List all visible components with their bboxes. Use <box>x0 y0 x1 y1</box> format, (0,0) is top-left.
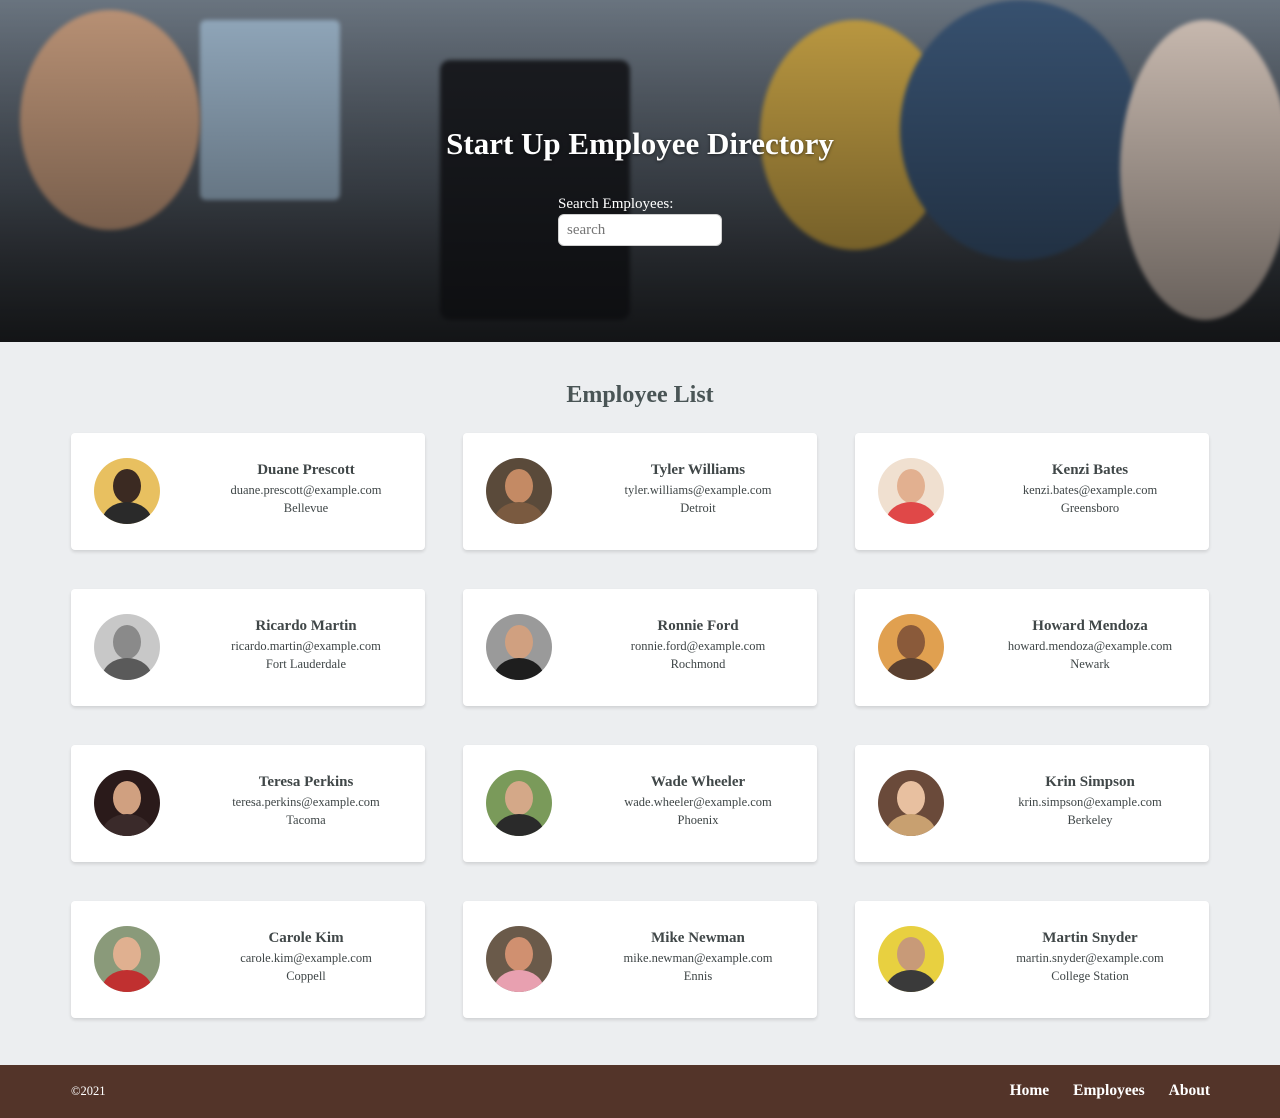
employee-email: carole.kim@example.com <box>240 951 372 965</box>
employee-city: Newark <box>1070 657 1110 671</box>
employee-card: Teresa Perkins teresa.perkins@example.co… <box>71 745 425 862</box>
nav-home-link[interactable]: Home <box>1010 1082 1050 1099</box>
employee-card: Martin Snyder martin.snyder@example.com … <box>855 901 1209 1018</box>
employee-email: wade.wheeler@example.com <box>624 795 772 809</box>
employee-name: Tyler Williams <box>650 462 746 478</box>
main-content: Employee List Duane Prescott duane.presc… <box>0 342 1280 1065</box>
avatar <box>94 926 160 992</box>
employee-email: teresa.perkins@example.com <box>232 795 380 809</box>
employee-info: Krin Simpson krin.simpson@example.com Be… <box>971 773 1209 829</box>
copyright: ©2021 <box>71 1084 106 1098</box>
employee-list-title: Employee List <box>566 382 714 408</box>
employee-card: Tyler Williams tyler.williams@example.co… <box>463 433 817 550</box>
employee-info: Wade Wheeler wade.wheeler@example.com Ph… <box>579 773 817 829</box>
search-input[interactable] <box>558 214 722 246</box>
employee-city: Bellevue <box>283 501 329 515</box>
avatar <box>94 614 160 680</box>
hero-banner: Start Up Employee Directory Search Emplo… <box>0 0 1280 342</box>
avatar <box>94 770 160 836</box>
employee-info: Teresa Perkins teresa.perkins@example.co… <box>187 773 425 829</box>
employee-city: Greensboro <box>1060 501 1120 515</box>
employee-card: Krin Simpson krin.simpson@example.com Be… <box>855 745 1209 862</box>
employee-email: krin.simpson@example.com <box>1018 795 1162 809</box>
employee-name: Teresa Perkins <box>258 774 354 790</box>
nav-employees-link[interactable]: Employees <box>1073 1082 1144 1099</box>
hero-content: Start Up Employee Directory Search Emplo… <box>0 126 1280 246</box>
employee-name: Mike Newman <box>651 930 745 946</box>
employee-email: ronnie.ford@example.com <box>630 639 766 653</box>
avatar <box>878 926 944 992</box>
employee-info: Mike Newman mike.newman@example.com Enni… <box>579 929 817 985</box>
employee-city: Ennis <box>683 969 713 983</box>
nav-about-link[interactable]: About <box>1169 1082 1210 1099</box>
employee-email: martin.snyder@example.com <box>1016 951 1164 965</box>
employee-info: Howard Mendoza howard.mendoza@example.co… <box>971 617 1209 673</box>
avatar <box>878 458 944 524</box>
employee-email: ricardo.martin@example.com <box>231 639 381 653</box>
employee-name: Howard Mendoza <box>1032 618 1148 634</box>
employee-name: Duane Prescott <box>257 462 355 478</box>
employee-info: Ronnie Ford ronnie.ford@example.com Roch… <box>579 617 817 673</box>
employee-info: Ricardo Martin ricardo.martin@example.co… <box>187 617 425 673</box>
employee-name: Kenzi Bates <box>1051 462 1129 478</box>
avatar <box>94 458 160 524</box>
search-label: Search Employees: <box>558 196 674 212</box>
employee-email: mike.newman@example.com <box>623 951 773 965</box>
employee-card: Ronnie Ford ronnie.ford@example.com Roch… <box>463 589 817 706</box>
avatar <box>486 458 552 524</box>
avatar <box>878 614 944 680</box>
employee-card: Mike Newman mike.newman@example.com Enni… <box>463 901 817 1018</box>
employee-card: Duane Prescott duane.prescott@example.co… <box>71 433 425 550</box>
employee-email: kenzi.bates@example.com <box>1022 483 1158 497</box>
employee-city: Phoenix <box>677 813 719 827</box>
footer: ©2021 Home Employees About <box>0 1065 1280 1118</box>
employee-card: Ricardo Martin ricardo.martin@example.co… <box>71 589 425 706</box>
employee-info: Carole Kim carole.kim@example.com Coppel… <box>187 929 425 985</box>
avatar <box>486 614 552 680</box>
employee-card: Carole Kim carole.kim@example.com Coppel… <box>71 901 425 1018</box>
search-form: Search Employees: <box>558 196 722 246</box>
employee-name: Ricardo Martin <box>255 618 357 634</box>
employee-city: Coppell <box>286 969 326 983</box>
employee-name: Wade Wheeler <box>650 774 746 790</box>
employee-card: Howard Mendoza howard.mendoza@example.co… <box>855 589 1209 706</box>
footer-nav: Home Employees About <box>990 1082 1210 1100</box>
employee-info: Tyler Williams tyler.williams@example.co… <box>579 461 817 517</box>
employee-info: Duane Prescott duane.prescott@example.co… <box>187 461 425 517</box>
page-title: Start Up Employee Directory <box>446 126 834 161</box>
employee-name: Krin Simpson <box>1045 774 1135 790</box>
employee-name: Carole Kim <box>268 930 344 946</box>
employee-email: duane.prescott@example.com <box>230 483 382 497</box>
employee-city: Detroit <box>680 501 716 515</box>
employee-card: Kenzi Bates kenzi.bates@example.com Gree… <box>855 433 1209 550</box>
employee-email: tyler.williams@example.com <box>624 483 772 497</box>
employee-city: College Station <box>1051 969 1129 983</box>
employee-info: Martin Snyder martin.snyder@example.com … <box>971 929 1209 985</box>
employee-city: Fort Lauderdale <box>265 657 347 671</box>
employee-city: Tacoma <box>286 813 326 827</box>
avatar <box>486 770 552 836</box>
employee-city: Rochmond <box>670 657 726 671</box>
avatar <box>486 926 552 992</box>
employee-card: Wade Wheeler wade.wheeler@example.com Ph… <box>463 745 817 862</box>
employee-info: Kenzi Bates kenzi.bates@example.com Gree… <box>971 461 1209 517</box>
employee-email: howard.mendoza@example.com <box>1007 639 1173 653</box>
employee-city: Berkeley <box>1067 813 1113 827</box>
avatar <box>878 770 944 836</box>
employee-name: Ronnie Ford <box>657 618 739 634</box>
employee-name: Martin Snyder <box>1042 930 1138 946</box>
